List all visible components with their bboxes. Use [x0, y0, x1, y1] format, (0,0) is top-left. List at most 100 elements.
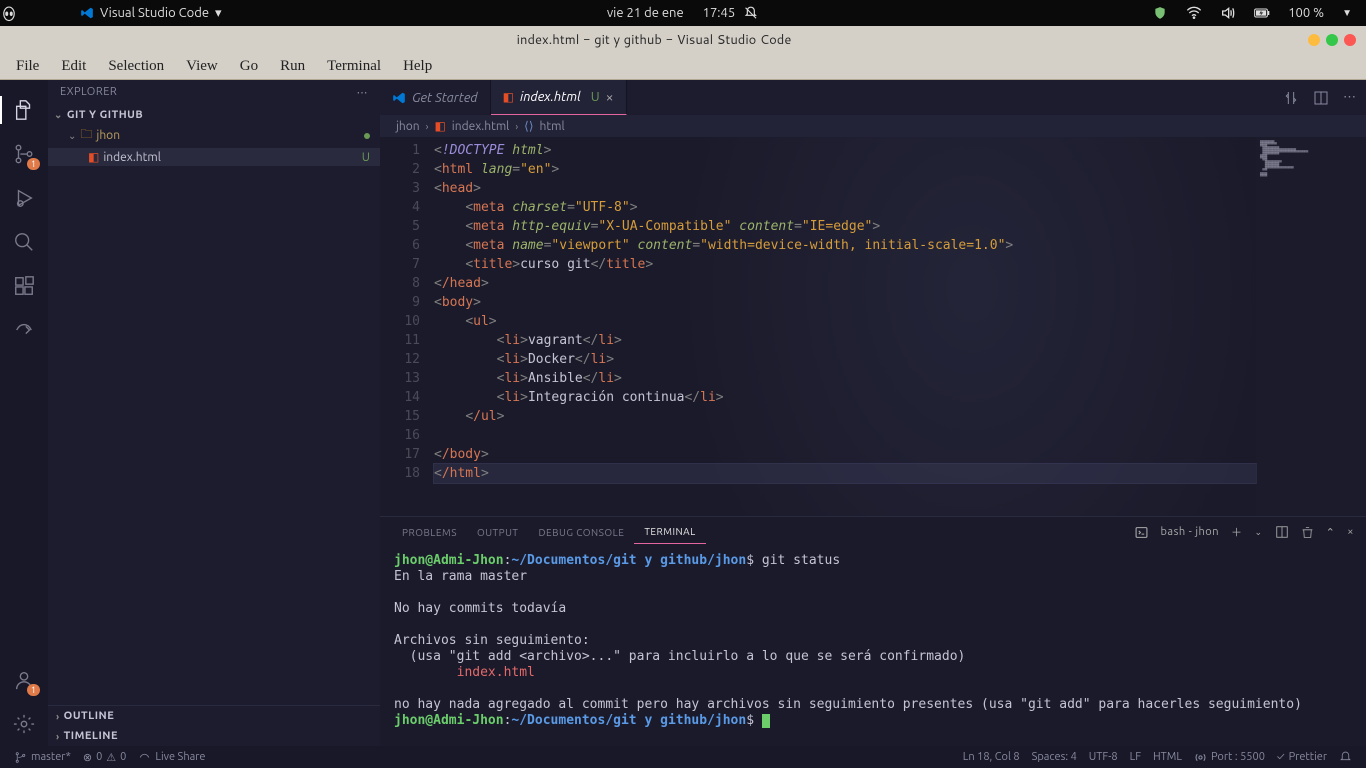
html-icon: ◧ — [434, 119, 445, 133]
menu-bar: File Edit Selection View Go Run Terminal… — [0, 54, 1366, 80]
chevron-right-icon: › — [426, 121, 429, 132]
panel-tab-debug[interactable]: DEBUG CONSOLE — [528, 521, 634, 544]
language-mode[interactable]: HTML — [1147, 751, 1188, 764]
code-editor[interactable]: 123456789101112131415161718 <!DOCTYPE ht… — [380, 137, 1366, 516]
menu-help[interactable]: Help — [393, 56, 442, 77]
html-icon: ◧ — [503, 90, 514, 104]
live-share-status[interactable]: Live Share — [132, 751, 211, 764]
settings-gear-icon[interactable] — [10, 710, 38, 738]
os-top-bar: Visual Studio Code ▾ vie 21 de ene 17:45… — [0, 0, 1366, 26]
explorer-icon[interactable] — [10, 96, 38, 124]
kill-terminal-icon[interactable] — [1301, 526, 1314, 539]
outline-section[interactable]: › OUTLINE — [48, 706, 380, 726]
menu-run[interactable]: Run — [270, 56, 315, 77]
menu-dropdown-icon[interactable]: ▼ — [1342, 7, 1352, 19]
battery-percent: 100 % — [1288, 6, 1324, 20]
menu-file[interactable]: File — [6, 56, 49, 77]
menu-view[interactable]: View — [176, 56, 228, 77]
search-icon[interactable] — [10, 228, 38, 256]
menu-terminal[interactable]: Terminal — [317, 56, 391, 77]
extensions-icon[interactable] — [10, 272, 38, 300]
minimap[interactable]: ████████████ ██████████████ ██████ █████… — [1256, 137, 1366, 516]
eol[interactable]: LF — [1124, 751, 1147, 764]
menu-go[interactable]: Go — [230, 56, 268, 77]
os-app-name: Visual Studio Code — [100, 6, 209, 20]
source-control-icon[interactable]: 1 — [10, 140, 38, 168]
git-branch[interactable]: master* — [8, 751, 77, 764]
folder-icon: 🗀 — [80, 125, 92, 146]
panel: PROBLEMS OUTPUT DEBUG CONSOLE TERMINAL b… — [380, 516, 1366, 746]
battery-icon[interactable] — [1254, 5, 1270, 21]
folder-jhon[interactable]: ⌄ 🗀 jhon — [48, 123, 380, 148]
panel-tab-problems[interactable]: PROBLEMS — [392, 521, 467, 544]
window-titlebar: index.html - git y github - Visual Studi… — [0, 26, 1366, 54]
split-editor-icon[interactable] — [1313, 90, 1329, 106]
encoding[interactable]: UTF-8 — [1083, 751, 1124, 764]
live-share-icon[interactable] — [10, 316, 38, 344]
warning-icon: ⚠ — [106, 751, 116, 764]
terminal-dropdown-icon[interactable]: ⌄ — [1255, 527, 1263, 538]
alienware-logo — [0, 4, 70, 22]
os-active-app[interactable]: Visual Studio Code ▾ — [80, 6, 222, 21]
scm-badge: 1 — [27, 158, 40, 170]
error-icon: ⊗ — [83, 751, 92, 764]
file-git-status: U — [362, 151, 380, 164]
tab-close-icon[interactable]: × — [606, 89, 614, 105]
breadcrumb[interactable]: jhon › ◧ index.html › ⟨⟩ html — [380, 115, 1366, 137]
accounts-icon[interactable]: 1 — [10, 666, 38, 694]
dropdown-icon: ▾ — [215, 6, 222, 21]
panel-tab-terminal[interactable]: TERMINAL — [634, 520, 705, 544]
window-title: index.html - git y github - Visual Studi… — [0, 31, 1308, 49]
close-panel-icon[interactable]: × — [1347, 526, 1354, 538]
code-brackets-icon: ⟨⟩ — [524, 119, 533, 133]
chevron-down-icon: ⌄ — [68, 130, 76, 142]
editor-tabs: Get Started ◧ index.html U × ⋯ — [380, 80, 1366, 115]
editor-more-icon[interactable]: ⋯ — [1343, 90, 1356, 105]
tab-index-html[interactable]: ◧ index.html U × — [491, 80, 627, 115]
tab-get-started[interactable]: Get Started — [380, 80, 491, 115]
wifi-icon[interactable] — [1186, 5, 1202, 21]
panel-tab-output[interactable]: OUTPUT — [467, 521, 529, 544]
shield-icon[interactable] — [1152, 5, 1168, 21]
cursor-position[interactable]: Ln 18, Col 8 — [957, 751, 1026, 764]
window-close[interactable] — [1344, 34, 1356, 46]
menu-edit[interactable]: Edit — [51, 56, 96, 77]
terminal-shell-label[interactable]: bash - jhon — [1160, 526, 1219, 538]
menu-selection[interactable]: Selection — [98, 56, 174, 77]
file-index-html[interactable]: ◧ index.html U — [48, 148, 380, 166]
timeline-section[interactable]: › TIMELINE — [48, 726, 380, 746]
live-server[interactable]: Port : 5500 — [1188, 751, 1271, 764]
notifications-off-icon — [743, 5, 759, 21]
accounts-badge: 1 — [27, 684, 40, 696]
run-debug-icon[interactable] — [10, 184, 38, 212]
new-terminal-icon[interactable]: ＋ — [1231, 524, 1243, 540]
html-icon: ◧ — [88, 150, 99, 164]
check-icon: ✓ — [1277, 751, 1285, 763]
compare-icon[interactable] — [1283, 90, 1299, 106]
terminal-content[interactable]: jhon@Admi-Jhon:~/Documentos/git y github… — [380, 547, 1366, 746]
code-content[interactable]: <!DOCTYPE html><html lang="en"><head> <m… — [434, 137, 1256, 516]
os-clock[interactable]: vie 21 de ene 17:45 — [607, 5, 759, 21]
workspace-root[interactable]: ⌄ GIT Y GITHUB — [48, 107, 380, 123]
window-controls — [1308, 34, 1366, 46]
chevron-down-icon: ⌄ — [54, 109, 63, 121]
window-minimize[interactable] — [1308, 34, 1320, 46]
sidebar-title: EXPLORER — [60, 86, 117, 99]
chevron-right-icon: › — [56, 731, 60, 742]
line-numbers: 123456789101112131415161718 — [380, 137, 434, 516]
window-maximize[interactable] — [1326, 34, 1338, 46]
notifications-icon[interactable] — [1333, 751, 1358, 764]
vscode-icon — [80, 6, 94, 20]
volume-icon[interactable] — [1220, 5, 1236, 21]
status-bar: master* ⊗0 ⚠0 Live Share Ln 18, Col 8 Sp… — [0, 746, 1366, 768]
split-terminal-icon[interactable] — [1275, 525, 1289, 539]
indentation[interactable]: Spaces: 4 — [1026, 751, 1083, 764]
prettier-status[interactable]: ✓ Prettier — [1271, 751, 1333, 764]
vscode-icon — [392, 91, 406, 105]
problems-count[interactable]: ⊗0 ⚠0 — [77, 751, 133, 764]
explorer-sidebar: EXPLORER ⋯ ⌄ GIT Y GITHUB ⌄ 🗀 jhon ◧ ind… — [48, 80, 380, 746]
sidebar-more-icon[interactable]: ⋯ — [357, 86, 369, 99]
os-tray: 100 % ▼ — [1152, 5, 1366, 21]
folder-modified-dot — [364, 133, 370, 139]
maximize-panel-icon[interactable]: ⌃ — [1326, 526, 1336, 539]
